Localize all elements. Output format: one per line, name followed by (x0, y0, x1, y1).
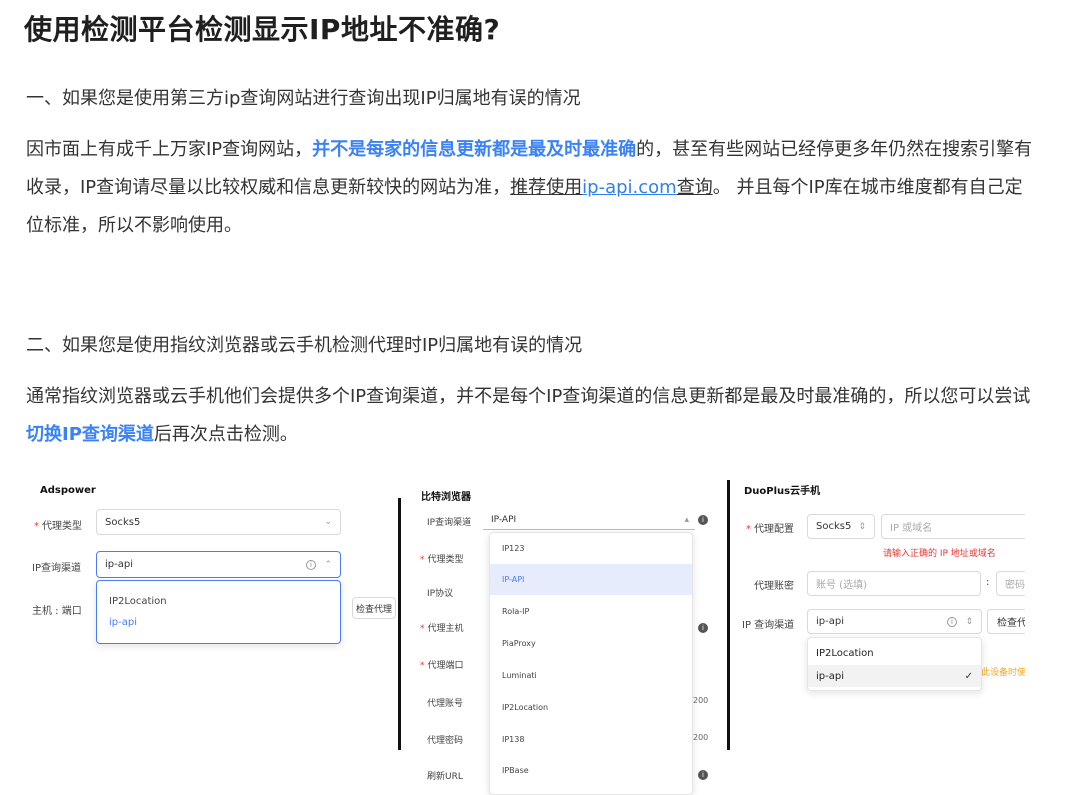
duoplus-screenshot: DuoPlus云手机 * 代理配置 Socks5 ⇕ IP 或域名 请输入正确的 … (735, 475, 1025, 705)
bitbrowser-value-200: 200 (693, 696, 709, 705)
duoplus-error-text: 请输入正确的 IP 地址或域名 (883, 549, 996, 559)
bitbrowser-screenshot: 比特浏览器 IP查询渠道 IP-API ▴ i * 代理类型 IP协议 * 代理主机… (415, 480, 715, 795)
duoplus-account-input[interactable]: 账号 (选填) (807, 571, 981, 596)
bitbrowser-refresh-label: 刷新URL (427, 772, 463, 782)
duoplus-config-label: * 代理配置 (746, 524, 794, 535)
bitbrowser-option[interactable]: IPBase (490, 755, 692, 786)
duoplus-warning-text: 此设备时使 (981, 668, 1025, 678)
duoplus-title: DuoPlus云手机 (744, 486, 821, 497)
bitbrowser-option-selected[interactable]: IP-API (490, 564, 692, 595)
section1-heading: 一、如果您是使用第三方ip查询网站进行查询出现IP归属地有误的情况 (26, 88, 581, 109)
bitbrowser-option[interactable]: IP123 (490, 533, 692, 564)
adspower-channel-select[interactable]: ip-api i ⌃ (96, 551, 341, 578)
adspower-screenshot: Adspower * 代理类型 Socks5 ⌄ IP查询渠道 ip-api i … (26, 480, 396, 660)
chevron-down-icon: ⌄ (324, 517, 332, 527)
bitbrowser-protocol-label: IP协议 (427, 589, 454, 599)
bitbrowser-channel-select[interactable]: IP-API ▴ (483, 510, 695, 530)
duoplus-colon: : (986, 577, 990, 588)
duoplus-channel-dropdown: IP2Location ip-api ✓ (807, 637, 982, 691)
section1-paragraph: 因市面上有成千上万家IP查询网站，并不是每家的信息更新都是最及时最准确的，甚至有… (26, 131, 1036, 245)
adspower-option-ip2location[interactable]: IP2Location (97, 591, 340, 611)
section1-highlight: 并不是每家的信息更新都是最及时最准确 (312, 139, 637, 160)
adspower-check-proxy-button[interactable]: 检查代理 (352, 597, 396, 619)
section2-paragraph: 通常指纹浏览器或云手机他们会提供多个IP查询渠道，并不是每个IP查询渠道的信息更… (26, 378, 1036, 454)
bitbrowser-option[interactable]: IP2Location (490, 692, 692, 723)
sort-icon: ⇕ (858, 521, 866, 532)
adspower-channel-label: IP查询渠道 (32, 563, 81, 574)
bitbrowser-port-label: * 代理端口 (420, 661, 464, 671)
bitbrowser-option[interactable]: PiaProxy (490, 628, 692, 659)
bitbrowser-host-label: * 代理主机 (420, 624, 464, 634)
recommend-link-suffix[interactable]: 查询 (677, 177, 713, 198)
sort-icon: ⇕ (965, 616, 973, 627)
info-icon: i (698, 623, 708, 633)
adspower-proxy-type-select[interactable]: Socks5 ⌄ (96, 509, 341, 535)
duoplus-ip-input[interactable]: IP 或域名 (881, 514, 1025, 539)
duoplus-account-label: 代理账密 (754, 581, 794, 592)
adspower-option-ip-api[interactable]: ip-api (97, 612, 340, 632)
check-icon: ✓ (964, 670, 973, 682)
bitbrowser-value-200: 200 (693, 733, 709, 742)
section1-text-a: 因市面上有成千上万家IP查询网站， (26, 139, 313, 160)
section2-text-b: 后再次点击检测。 (153, 424, 298, 445)
page-title: 使用检测平台检测显示IP地址不准确? (24, 13, 501, 46)
bitbrowser-channel-label: IP查询渠道 (427, 518, 472, 528)
bitbrowser-option[interactable]: Rola-IP (490, 596, 692, 627)
section2-text-a: 通常指纹浏览器或云手机他们会提供多个IP查询渠道，并不是每个IP查询渠道的信息更… (26, 386, 1031, 407)
info-icon: i (306, 559, 316, 570)
adspower-proxy-type-label: * 代理类型 (34, 521, 82, 532)
bitbrowser-channel-dropdown: IP123 IP-API Rola-IP PiaProxy Luminati I… (489, 532, 693, 795)
info-icon: i (698, 770, 708, 780)
divider-bar (727, 480, 730, 750)
duoplus-option-ip-api[interactable]: ip-api ✓ (808, 665, 981, 687)
bitbrowser-option[interactable]: Luminati (490, 660, 692, 691)
bitbrowser-title: 比特浏览器 (421, 492, 471, 503)
info-icon: i (698, 515, 708, 525)
bitbrowser-password-label: 代理密码 (427, 736, 464, 746)
bitbrowser-proxy-type-label: * 代理类型 (420, 555, 464, 565)
chevron-up-icon: ▴ (684, 514, 689, 525)
duoplus-password-input[interactable]: 密码 (996, 571, 1025, 596)
duoplus-option-ip2location[interactable]: IP2Location (808, 642, 981, 664)
section2-highlight: 切换IP查询渠道 (26, 424, 154, 445)
recommend-link-prefix[interactable]: 推荐使用 (510, 177, 582, 198)
section2-heading: 二、如果您是使用指纹浏览器或云手机检测代理时IP归属地有误的情况 (26, 335, 583, 356)
chevron-up-icon: ⌃ (324, 559, 332, 570)
adspower-channel-dropdown: IP2Location ip-api (96, 580, 341, 644)
bitbrowser-account-label: 代理账号 (427, 699, 464, 709)
adspower-title: Adspower (40, 485, 96, 496)
duoplus-channel-label: IP 查询渠道 (742, 620, 795, 631)
bitbrowser-option[interactable]: IP138 (490, 724, 692, 755)
duoplus-check-button[interactable]: 检查代 (987, 609, 1025, 634)
info-icon: i (947, 616, 957, 627)
duoplus-proxy-type-select[interactable]: Socks5 ⇕ (807, 514, 875, 539)
duoplus-channel-select[interactable]: ip-api i ⇕ (807, 609, 982, 634)
divider-bar (398, 498, 401, 750)
adspower-host-label: 主机 : 端口 (32, 606, 82, 617)
ip-api-link[interactable]: ip-api.com (582, 177, 677, 198)
